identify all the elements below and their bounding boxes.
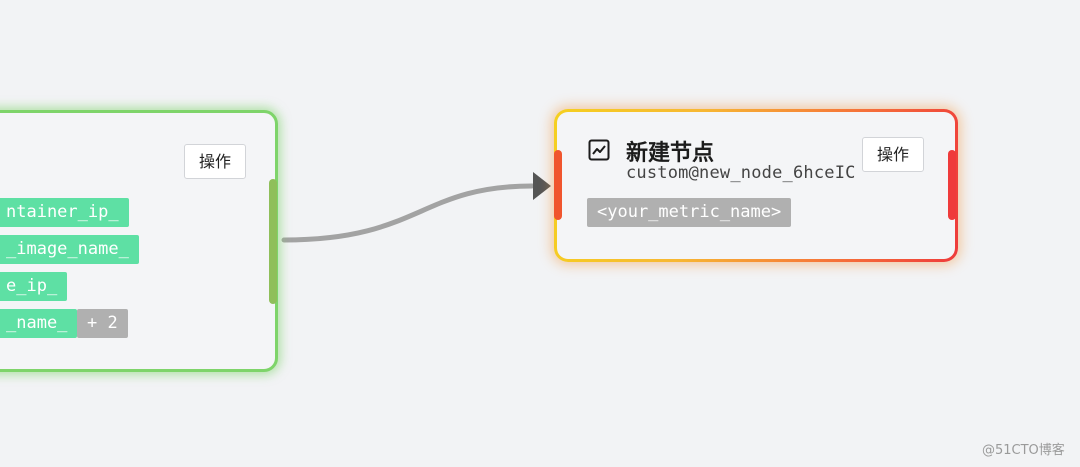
trend-chart-icon xyxy=(588,139,610,161)
edge-arrowhead xyxy=(533,172,551,200)
source-tag: _image_name_ xyxy=(0,235,139,264)
new-node[interactable] xyxy=(554,109,958,262)
edge-path[interactable] xyxy=(281,183,535,243)
new-node-id: custom@new_node_6hceIC xyxy=(626,163,856,183)
watermark: @51CTO博客 xyxy=(982,443,1065,458)
source-node-actions-button[interactable]: 操作 xyxy=(184,144,246,179)
new-node-actions-button[interactable]: 操作 xyxy=(862,137,924,172)
source-tag: ntainer_ip_ xyxy=(0,198,129,227)
source-more-tags-badge[interactable]: + 2 xyxy=(77,309,128,338)
source-node-output-handle[interactable] xyxy=(269,179,277,304)
metric-name-tag: <your_metric_name> xyxy=(587,198,792,227)
source-tag: _name_ xyxy=(0,309,78,338)
new-node-output-handle[interactable] xyxy=(948,150,956,220)
new-node-input-handle[interactable] xyxy=(554,150,562,220)
source-tag: e_ip_ xyxy=(0,272,68,301)
